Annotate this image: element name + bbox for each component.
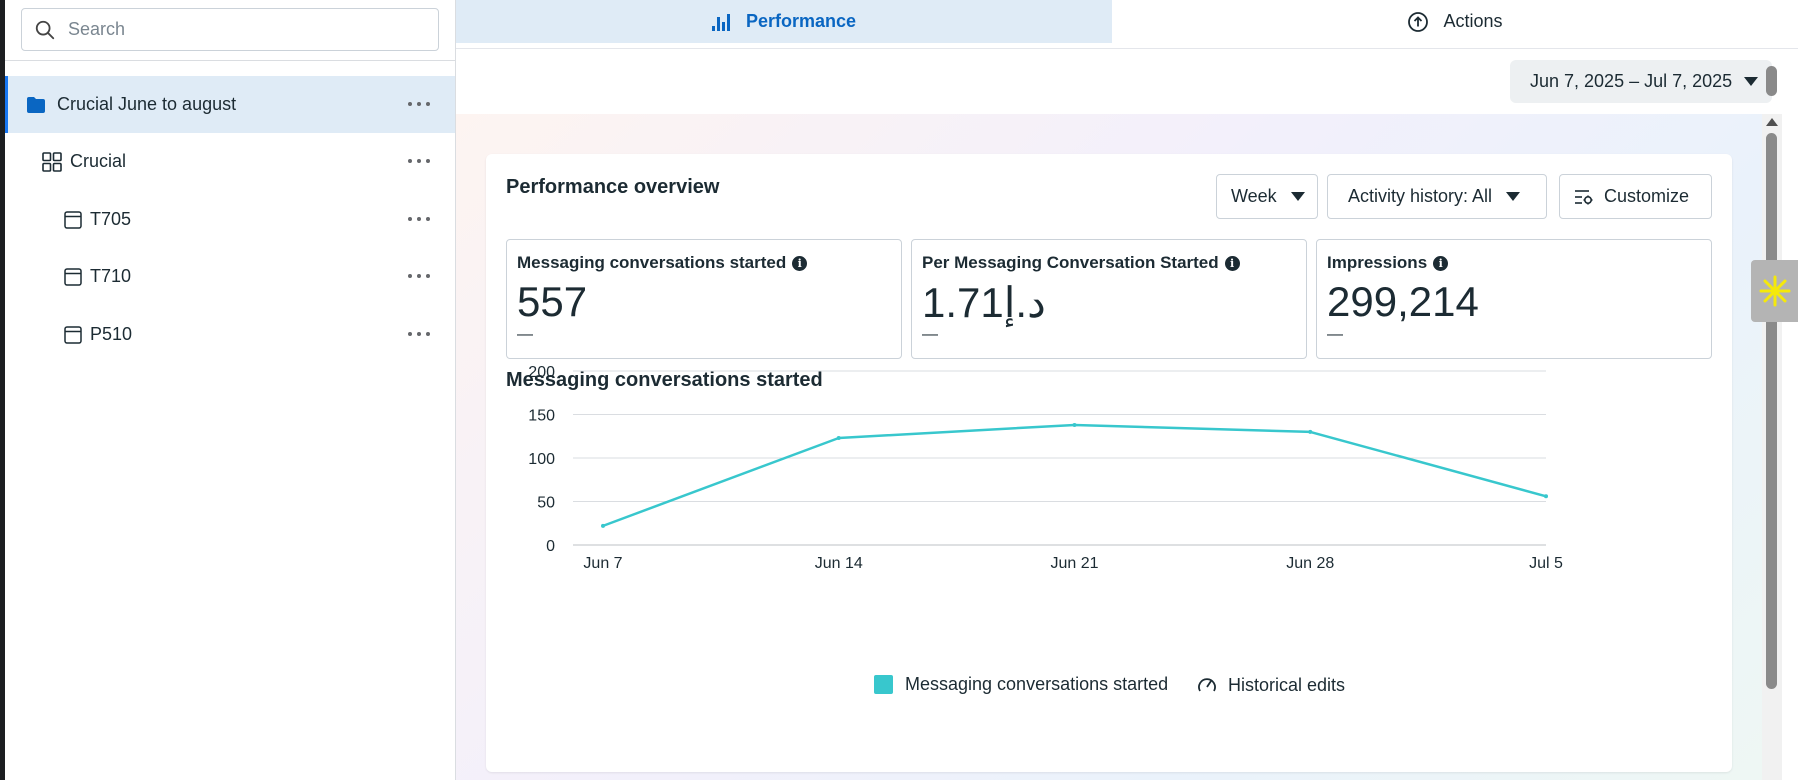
x-tick-label: Jun 21	[1050, 555, 1098, 572]
sidebar-divider	[5, 60, 455, 61]
scrollbar-thumb-top[interactable]	[1766, 66, 1777, 96]
top-tabs: Performance Actions	[456, 0, 1798, 49]
legend-swatch	[874, 675, 893, 694]
x-tick-label: Jun 7	[583, 555, 622, 572]
chevron-down-icon	[1744, 77, 1758, 86]
sidebar-item-label: Crucial June to august	[57, 94, 237, 114]
scrollbar-thumb[interactable]	[1766, 133, 1777, 689]
data-point[interactable]	[1308, 429, 1313, 434]
more-options-icon[interactable]	[408, 94, 430, 114]
search-box[interactable]	[21, 8, 439, 51]
performance-overview-card: Performance overview Week Activity histo…	[486, 154, 1732, 772]
line-chart: 0 50 100 150 200 Jun 7 Jun 14 Jun 21 Jun 28 Jul 5	[528, 364, 1563, 572]
tab-label: Performance	[745, 11, 857, 31]
sidebar-item-label: T705	[90, 209, 132, 229]
y-tick-label: 100	[528, 451, 555, 468]
legend-item-historical-edits[interactable]: Historical edits	[1196, 674, 1345, 696]
x-tick-label: Jun 14	[815, 555, 863, 572]
grid-icon	[41, 151, 63, 173]
more-options-icon[interactable]	[408, 151, 430, 171]
data-point[interactable]	[836, 435, 841, 440]
more-options-icon[interactable]	[408, 209, 430, 229]
legend-label: Historical edits	[1228, 674, 1346, 695]
ad-icon	[62, 209, 84, 231]
more-options-icon[interactable]	[408, 266, 430, 286]
ad-icon	[62, 324, 84, 346]
y-tick-label: 50	[537, 495, 555, 512]
scroll-up-arrow-icon[interactable]	[1766, 118, 1778, 126]
tab-actions[interactable]: Actions	[1112, 0, 1798, 43]
sidebar-item-ad[interactable]: T705	[5, 191, 455, 248]
folder-icon	[25, 94, 47, 116]
ad-icon	[62, 266, 84, 288]
gauge-icon	[1198, 678, 1216, 692]
sidebar-item-ad[interactable]: T710	[5, 248, 455, 305]
data-point[interactable]	[601, 523, 605, 528]
sidebar-item-label: P510	[90, 324, 133, 344]
tab-performance[interactable]: Performance	[456, 0, 1112, 43]
sidebar-item-label: T710	[90, 266, 132, 286]
search-input[interactable]	[66, 18, 410, 41]
date-range-picker[interactable]: Jun 7, 2025 – Jul 7, 2025	[1510, 60, 1772, 103]
y-tick-label: 200	[528, 364, 555, 381]
upload-circle-icon	[1408, 11, 1429, 32]
legend-item-series[interactable]: Messaging conversations started	[874, 674, 1168, 695]
x-tick-label: Jul 5	[1529, 555, 1563, 572]
date-range-label: Jun 7, 2025 – Jul 7, 2025	[1530, 71, 1733, 91]
y-tick-label: 150	[528, 408, 555, 425]
sidebar-item-label: Crucial	[70, 151, 127, 171]
more-options-icon[interactable]	[408, 324, 430, 344]
sidebar-item-campaign[interactable]: Crucial June to august	[5, 76, 455, 133]
data-point[interactable]	[1072, 422, 1077, 427]
search-icon	[35, 20, 55, 39]
series-line[interactable]	[602, 423, 1547, 528]
y-tick-label: 0	[546, 538, 555, 555]
sparkle-icon	[1759, 275, 1790, 307]
legend-label: Messaging conversations started	[905, 674, 1169, 694]
sidebar: Crucial June to august Crucial T705 T710	[5, 0, 456, 780]
data-point[interactable]	[1544, 494, 1548, 499]
sidebar-item-ad[interactable]: P510	[5, 306, 455, 363]
bar-chart-icon	[711, 13, 730, 31]
sidebar-item-adset[interactable]: Crucial	[5, 133, 455, 190]
assistant-widget[interactable]	[1751, 260, 1798, 322]
tab-label: Actions	[1443, 11, 1503, 31]
x-tick-label: Jun 28	[1286, 555, 1334, 572]
